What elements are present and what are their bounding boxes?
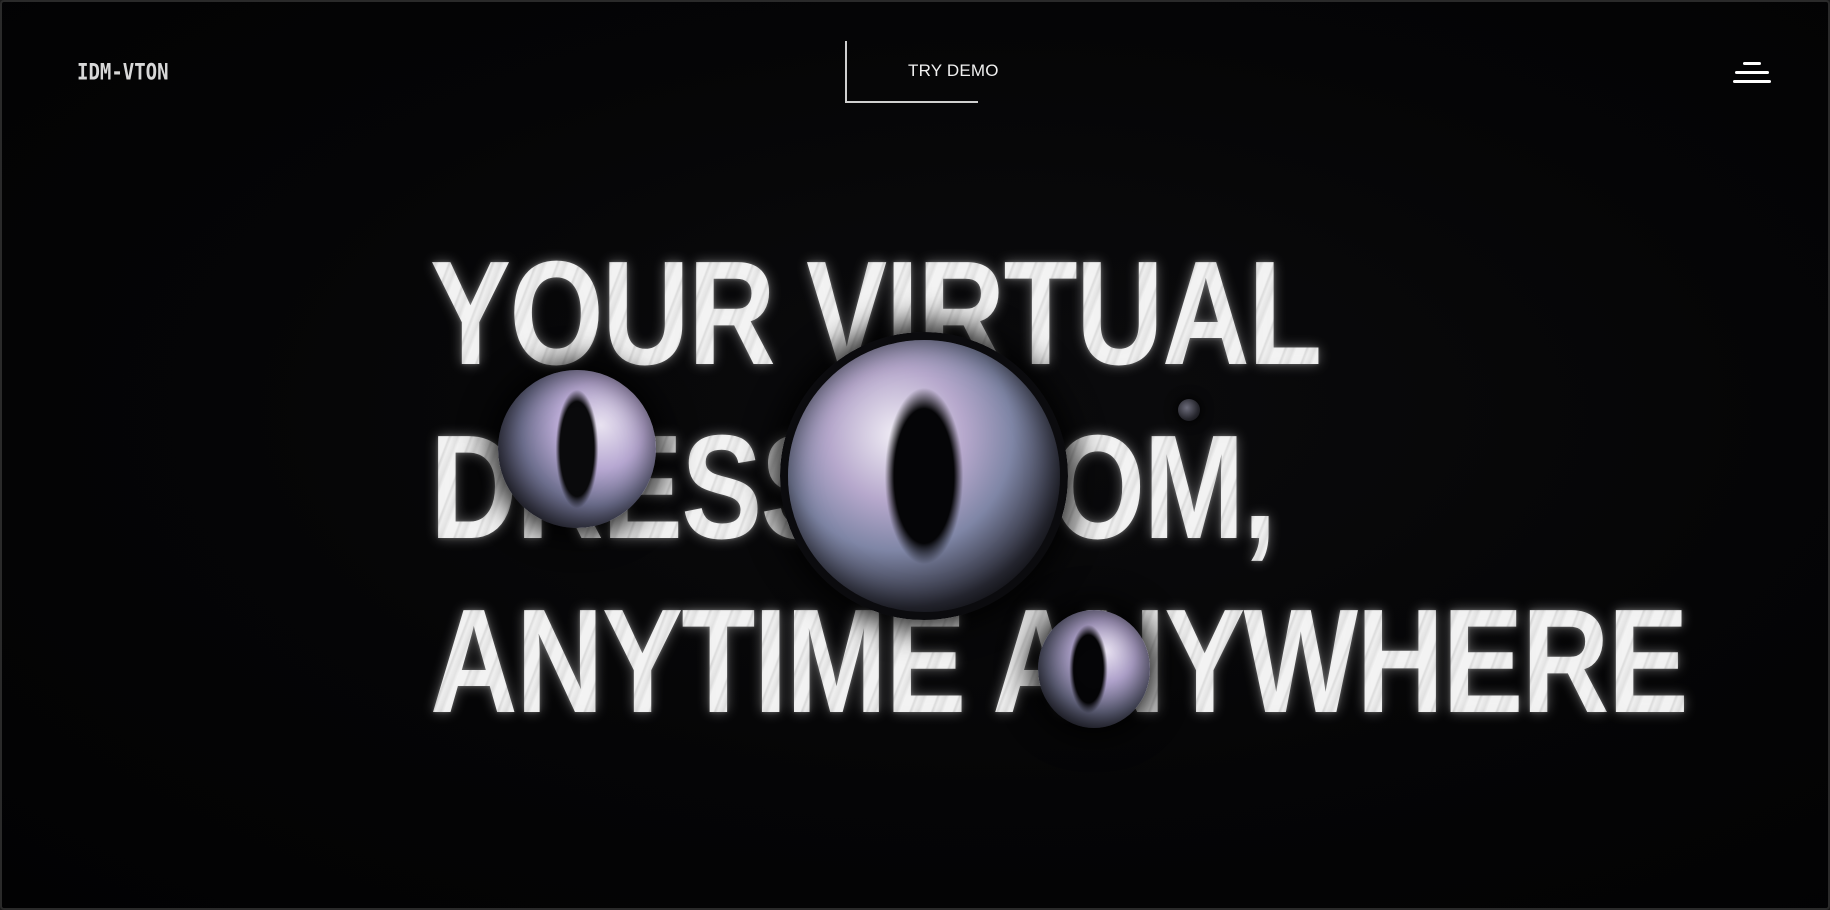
try-demo-button[interactable]: TRY DEMO	[845, 41, 999, 103]
brand-logo[interactable]: IDM-VTON	[77, 60, 169, 85]
menu-line	[1735, 71, 1769, 74]
menu-line	[1743, 62, 1761, 65]
glass-orb-bottom	[1038, 610, 1150, 728]
glass-orb-small	[498, 370, 656, 528]
page-frame: IDM-VTON TRY DEMO YOUR VIRTUAL DRESS ROO…	[0, 0, 1830, 910]
try-demo-label: TRY DEMO	[908, 61, 999, 80]
menu-line	[1733, 80, 1771, 83]
glass-orb-tiny	[1178, 399, 1200, 421]
hamburger-menu-icon[interactable]	[1733, 60, 1771, 86]
hero-line-1: YOUR VIRTUAL	[430, 231, 1322, 396]
glass-orb-large	[780, 332, 1068, 620]
